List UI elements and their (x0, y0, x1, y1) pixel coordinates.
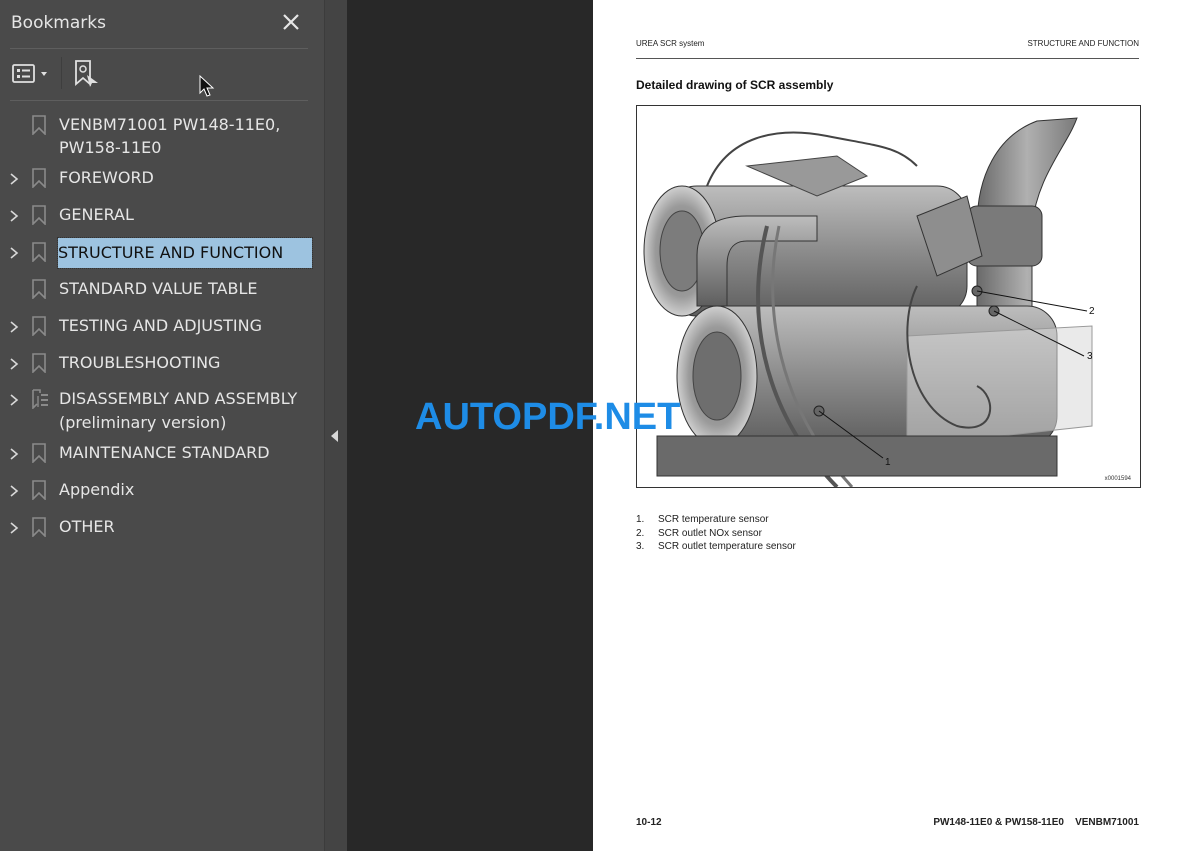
scr-assembly-illustration (643, 117, 1093, 487)
panel-title: Bookmarks (11, 13, 106, 33)
chevron-right-icon[interactable] (8, 209, 20, 223)
page-header-left: UREA SCR system (636, 39, 705, 48)
watermark-text: AUTOPDF.NET (415, 396, 681, 438)
page-header-right: STRUCTURE AND FUNCTION (1027, 39, 1139, 48)
bookmark-label-line2: PW158-11E0 (59, 138, 162, 157)
chevron-right-icon[interactable] (8, 521, 20, 535)
bookmark-icon (32, 168, 46, 188)
chevron-right-icon[interactable] (8, 393, 20, 407)
bookmark-options-button[interactable] (12, 62, 52, 86)
mouse-cursor-icon (199, 75, 215, 97)
legend-item: 3. SCR outlet temperature sensor (636, 541, 796, 552)
page-number: 10-12 (636, 817, 662, 828)
chevron-right-icon[interactable] (8, 172, 20, 186)
bookmark-label: OTHER (59, 517, 115, 536)
chevron-right-icon[interactable] (8, 320, 20, 334)
bookmark-label: VENBM71001 PW148-11E0, (59, 115, 281, 134)
list-options-icon (12, 64, 47, 83)
header-rule (636, 58, 1139, 59)
bookmark-icon (32, 517, 46, 537)
bookmark-label: GENERAL (59, 205, 134, 224)
collapse-panel-arrow-icon[interactable] (331, 430, 338, 442)
bookmark-icon (32, 443, 46, 463)
bookmark-icon (32, 205, 46, 225)
bookmark-label: MAINTENANCE STANDARD (59, 443, 270, 462)
chevron-right-icon[interactable] (8, 484, 20, 498)
close-icon (283, 14, 299, 30)
bookmark-item-appendix[interactable]: Appendix (0, 477, 320, 505)
section-title: Detailed drawing of SCR assembly (636, 78, 834, 92)
legend-item: 1. SCR temperature sensor (636, 514, 769, 525)
callout-1: 1 (885, 457, 891, 468)
chevron-right-icon[interactable] (8, 447, 20, 461)
bookmark-item-general[interactable]: GENERAL (0, 202, 320, 230)
bookmark-icon (32, 353, 46, 373)
bookmark-icon (32, 279, 46, 299)
bookmark-label: TROUBLESHOOTING (59, 353, 221, 372)
bookmark-icon (32, 316, 46, 336)
bookmark-label-selected: STRUCTURE AND FUNCTION (57, 237, 313, 269)
bookmark-icon (32, 242, 46, 262)
bookmark-item-other[interactable]: OTHER (0, 514, 320, 542)
bookmark-item-disassembly-and-assembly[interactable]: DISASSEMBLY AND ASSEMBLY (preliminary ve… (0, 386, 320, 436)
engine-scr-drawing: 1 2 3 x0001594 (636, 105, 1141, 488)
bookmark-item-maintenance-standard[interactable]: MAINTENANCE STANDARD (0, 440, 320, 468)
bookmark-item-testing-and-adjusting[interactable]: TESTING AND ADJUSTING (0, 313, 320, 341)
bookmark-item-document-root[interactable]: VENBM71001 PW148-11E0, PW158-11E0 (0, 112, 320, 162)
bookmark-label-line2: (preliminary version) (59, 413, 227, 432)
toolbar-separator (61, 57, 62, 89)
chevron-right-icon[interactable] (8, 246, 20, 260)
figure-id: x0001594 (1104, 476, 1131, 482)
bookmark-label: FOREWORD (59, 168, 154, 187)
chevron-right-icon[interactable] (8, 357, 20, 371)
bookmark-label: STANDARD VALUE TABLE (59, 279, 258, 298)
figure-legend: 1. SCR temperature sensor 2. SCR outlet NO… (636, 513, 796, 554)
tagged-structure-icon (32, 389, 48, 409)
divider (10, 48, 308, 49)
find-current-bookmark-button[interactable] (74, 60, 100, 88)
divider (10, 100, 308, 101)
bookmark-label: Appendix (59, 480, 135, 499)
bookmark-item-standard-value-table[interactable]: STANDARD VALUE TABLE (0, 276, 320, 304)
bookmark-icon (32, 115, 46, 135)
page-footer-model: PW148-11E0 & PW158-11E0 VENBM71001 (933, 817, 1139, 828)
legend-item: 2. SCR outlet NOx sensor (636, 527, 762, 539)
find-current-bookmark-icon (75, 60, 98, 87)
bookmark-item-troubleshooting[interactable]: TROUBLESHOOTING (0, 350, 320, 378)
bookmark-item-structure-and-function[interactable]: STRUCTURE AND FUNCTION (0, 237, 320, 270)
bookmark-label: TESTING AND ADJUSTING (59, 316, 263, 335)
callout-2: 2 (1089, 306, 1095, 317)
bookmark-item-foreword[interactable]: FOREWORD (0, 165, 320, 193)
document-page: UREA SCR system STRUCTURE AND FUNCTION D… (593, 0, 1200, 851)
bookmark-label: DISASSEMBLY AND ASSEMBLY (59, 389, 298, 408)
panel-collapse-strip[interactable] (324, 0, 347, 851)
bookmarks-panel: Bookmarks VENBM71001 PW148-11E0, PW158-1… (0, 0, 324, 851)
bookmark-icon (32, 480, 46, 500)
close-panel-button[interactable] (279, 10, 303, 34)
callout-3: 3 (1087, 351, 1093, 362)
